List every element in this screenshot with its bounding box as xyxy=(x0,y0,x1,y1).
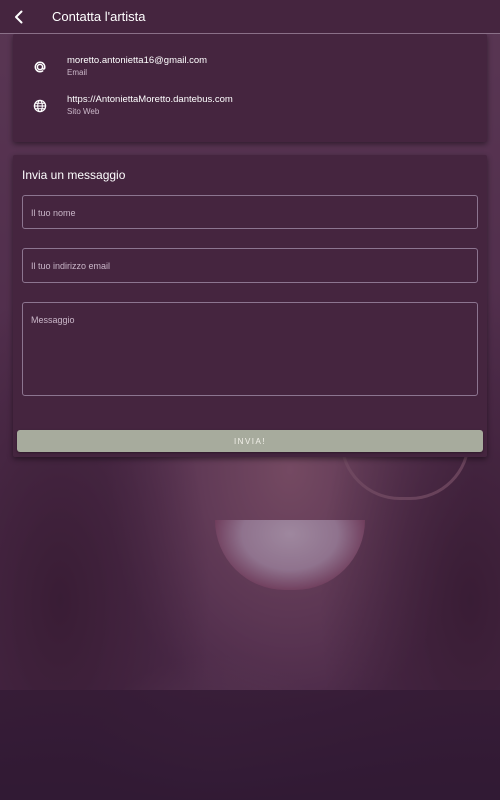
chevron-left-icon xyxy=(15,10,23,23)
name-field[interactable]: Il tuo nome xyxy=(22,195,478,229)
contact-website-label: Sito Web xyxy=(67,107,100,116)
globe-icon xyxy=(33,99,47,113)
message-form-card: Invia un messaggio Il tuo nome Il tuo in… xyxy=(13,155,487,457)
send-button[interactable]: INVIA! xyxy=(17,430,483,452)
page-title: Contatta l'artista xyxy=(52,9,146,24)
contact-row-website[interactable]: https://AntoniettaMoretto.dantebus.com S… xyxy=(13,89,487,123)
message-field[interactable]: Messaggio xyxy=(22,302,478,396)
contact-info-card: moretto.antonietta16@gmail.com Email htt… xyxy=(13,34,487,142)
contact-email-label: Email xyxy=(67,68,88,77)
contact-row-email[interactable]: moretto.antonietta16@gmail.com Email xyxy=(13,50,487,84)
name-field-placeholder: Il tuo nome xyxy=(31,208,76,218)
message-field-placeholder: Messaggio xyxy=(31,315,75,325)
contact-website-value: https://AntoniettaMoretto.dantebus.com xyxy=(67,94,233,105)
app-header: Contatta l'artista xyxy=(0,0,500,34)
email-field-placeholder: Il tuo indirizzo email xyxy=(31,261,111,271)
form-title: Invia un messaggio xyxy=(22,168,126,182)
back-button[interactable] xyxy=(0,0,38,34)
at-icon xyxy=(34,61,46,73)
email-field[interactable]: Il tuo indirizzo email xyxy=(22,248,478,283)
contact-email-value: moretto.antonietta16@gmail.com xyxy=(67,55,208,66)
